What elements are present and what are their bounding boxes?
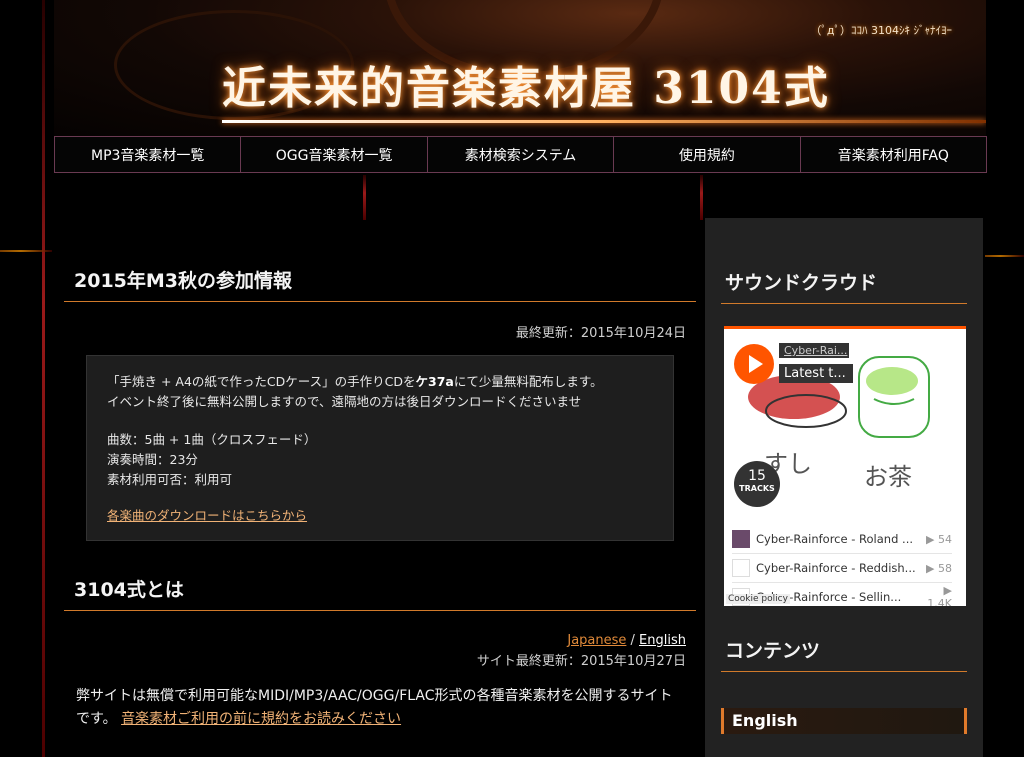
m3-download-link[interactable]: 各楽曲のダウンロードはこちらから: [107, 506, 653, 526]
m3-info-text: にて少量無料配布します。: [453, 374, 603, 389]
main-content: 2015年M3秋の参加情報 最終更新：2015年10月24日 「手焼き + A4…: [64, 218, 696, 757]
track-count-badge: 15 TRACKS: [734, 461, 780, 507]
cookie-policy-link[interactable]: Cookie policy: [726, 594, 790, 604]
nav-mp3-list[interactable]: MP3音楽素材一覧: [54, 136, 242, 173]
site-updated-date: サイト最終更新：2015年10月27日: [476, 654, 686, 669]
track-play-count: ▶ 1.4K: [927, 584, 952, 606]
nav-terms[interactable]: 使用規約: [613, 136, 801, 173]
track-play-count: ▶ 58: [926, 561, 952, 575]
language-switcher: Japanese / English: [64, 633, 696, 648]
m3-info-text: 「手焼き + A4の紙で作ったCDケース」の手作りCDを: [107, 374, 416, 389]
site-title[interactable]: 近未来的音楽素材屋 3104式: [222, 52, 830, 116]
track-count-label: TRACKS: [739, 484, 775, 493]
track-title: Cyber-Rainforce - Reddish...: [756, 561, 916, 575]
track-thumbnail: [732, 559, 750, 577]
header-underline: [222, 120, 986, 123]
m3-usage: 素材利用可否：利用可: [107, 472, 233, 487]
m3-info-box: 「手焼き + A4の紙で作ったCDケース」の手作りCDをケ37aにて少量無料配布…: [86, 355, 674, 541]
m3-info-line2: イベント終了後に無料公開しますので、遠隔地の方は後日ダウンロードくださいませ: [107, 394, 582, 409]
site-header: （ﾟдﾟ）ｺｺﾊ 3104ｼｷ ｼﾞｬﾅｲﾖｰ 近未来的音楽素材屋 3104式: [54, 0, 986, 136]
track-thumbnail: [732, 530, 750, 548]
m3-section-title: 2015年M3秋の参加情報: [64, 266, 696, 302]
play-button[interactable]: [734, 344, 774, 384]
track-title: Cyber-Rainforce - Roland ...: [756, 532, 914, 546]
terms-link[interactable]: 音楽素材ご利用の前に規約をお読みください: [121, 711, 401, 727]
background-glow-line: [42, 0, 45, 757]
lang-separator: /: [626, 633, 640, 648]
m3-info-line1: 「手焼き + A4の紙で作ったCDケース」の手作りCDをケ37aにて少量無料配布…: [107, 372, 653, 392]
about-section-title: 3104式とは: [64, 575, 696, 611]
track-row[interactable]: Cyber-Rainforce - Reddish... ▶ 58: [732, 554, 952, 583]
doodle-text-ocha: お茶: [864, 463, 912, 491]
track-count: 15: [748, 468, 766, 484]
contents-section-title: コンテンツ: [721, 636, 967, 672]
background-glow-line: [0, 250, 52, 252]
nav-faq[interactable]: 音楽素材利用FAQ: [799, 136, 988, 173]
lang-japanese-link[interactable]: Japanese: [567, 633, 626, 648]
track-play-count: ▶ 54: [926, 532, 952, 546]
m3-updated-date: 最終更新：2015年10月24日: [515, 326, 686, 341]
about-intro: 弊サイトは無償で利用可能なMIDI/MP3/AAC/OGG/FLAC形式の各種音…: [64, 685, 696, 731]
soundcloud-user-link[interactable]: Cyber-Rai...: [779, 343, 849, 358]
english-link[interactable]: English: [721, 708, 967, 734]
m3-duration: 演奏時間：23分: [107, 452, 198, 467]
soundcloud-widget[interactable]: すし お茶 Cyber-Rai... Latest t... 15 TRACKS…: [724, 326, 966, 606]
sidebar: サウンドクラウド すし お茶 Cyber-Rai... Latest t... …: [705, 218, 983, 757]
nav-search-system[interactable]: 素材検索システム: [426, 136, 615, 173]
background-glow-line: [700, 175, 703, 220]
nav-ogg-list[interactable]: OGG音楽素材一覧: [240, 136, 428, 173]
playlist-title[interactable]: Latest t...: [779, 364, 853, 383]
background-glow-line: [363, 175, 366, 220]
soundcloud-section-title: サウンドクラウド: [721, 218, 967, 304]
background-glow-line: [985, 255, 1024, 257]
booth-number: ケ37a: [415, 374, 454, 389]
track-row[interactable]: Cyber-Rainforce - Roland ... ▶ 54: [732, 525, 952, 554]
site-subtitle: （ﾟдﾟ）ｺｺﾊ 3104ｼｷ ｼﾞｬﾅｲﾖｰ: [810, 24, 952, 37]
m3-track-count: 曲数：5曲 + 1曲（クロスフェード）: [107, 432, 317, 447]
lang-english-link[interactable]: English: [639, 633, 686, 648]
main-nav: MP3音楽素材一覧 OGG音楽素材一覧 素材検索システム 使用規約 音楽素材利用…: [54, 136, 988, 173]
